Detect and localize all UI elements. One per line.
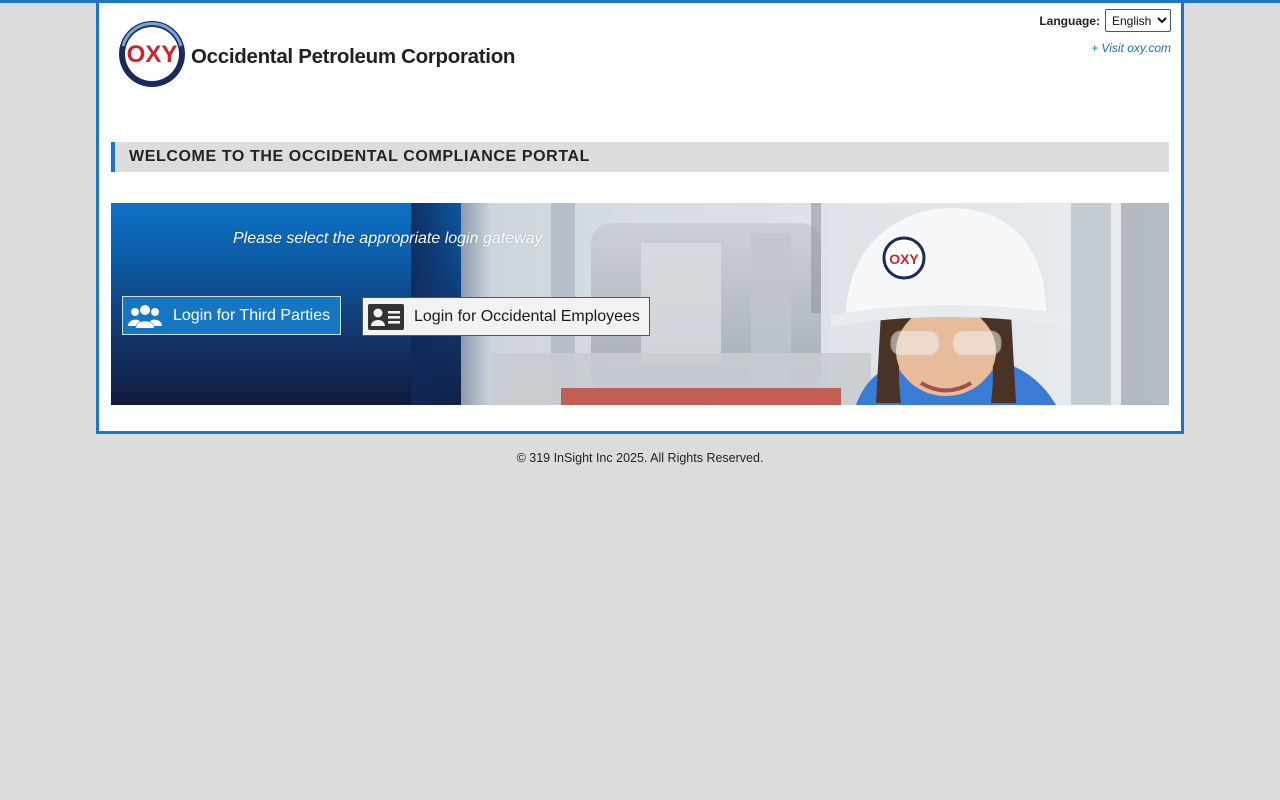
language-row: Language: English [1039, 9, 1171, 32]
portal-frame: OXY Occidental Petroleum Corporation Lan… [96, 0, 1184, 434]
login-banner: OXY Please select the appropriate login … [111, 203, 1169, 405]
page-title: WELCOME TO THE OCCIDENTAL COMPLIANCE POR… [129, 148, 591, 165]
logo-word: OXY [127, 41, 178, 68]
language-select[interactable]: English [1105, 9, 1171, 32]
employee-login-button[interactable]: Login for Occidental Employees [362, 297, 650, 336]
login-prompt: Please select the appropriate login gate… [233, 230, 543, 247]
oxy-logo-icon: OXY [119, 21, 185, 87]
employee-login-label: Login for Occidental Employees [414, 307, 640, 325]
footer-copyright: © 319 InSight Inc 2025. All Rights Reser… [516, 451, 764, 465]
company-name: Occidental Petroleum Corporation [191, 45, 516, 68]
group-icon [127, 301, 163, 331]
company-logo: OXY Occidental Petroleum Corporation [117, 19, 515, 91]
employee-id-card-icon [368, 302, 404, 332]
third-party-login-label: Login for Third Parties [173, 306, 331, 324]
visit-oxy-link[interactable]: + Visit oxy.com [1091, 41, 1171, 55]
language-label: Language: [1039, 13, 1100, 28]
welcome-bar: WELCOME TO THE OCCIDENTAL COMPLIANCE POR… [111, 142, 1169, 172]
hat-logo-word: OXY [889, 251, 919, 267]
third-party-login-button[interactable]: Login for Third Parties [122, 296, 341, 335]
